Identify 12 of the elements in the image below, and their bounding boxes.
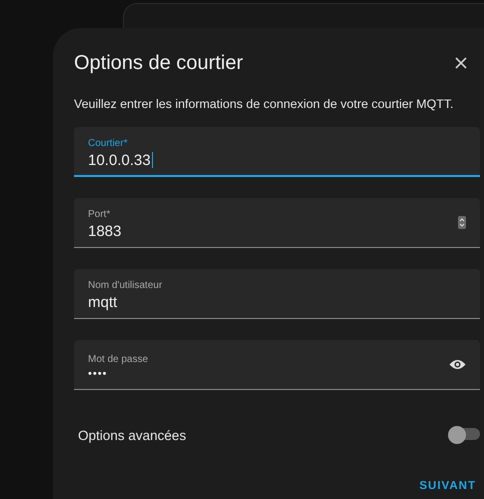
dialog-title: Options de courtier (74, 52, 243, 74)
input-field[interactable]: Port* 1883 (74, 198, 480, 248)
close-icon[interactable] (455, 57, 467, 69)
input-field[interactable]: Mot de passe •••• (74, 340, 480, 390)
input-field[interactable]: Nom d'utilisateur mqtt (74, 269, 480, 319)
toggle-label: Options avancées (78, 428, 186, 442)
next-button[interactable]: SUIVANT (415, 480, 480, 492)
eye-icon[interactable] (449, 359, 466, 370)
input-field[interactable]: Courtier* 10.0.0.33 (74, 127, 480, 177)
toggle-switch[interactable] (448, 426, 480, 444)
spinner-icon[interactable] (458, 216, 466, 229)
dialog-description: Veuillez entrer les informations de connexion de votre courtier MQTT. (74, 97, 454, 111)
